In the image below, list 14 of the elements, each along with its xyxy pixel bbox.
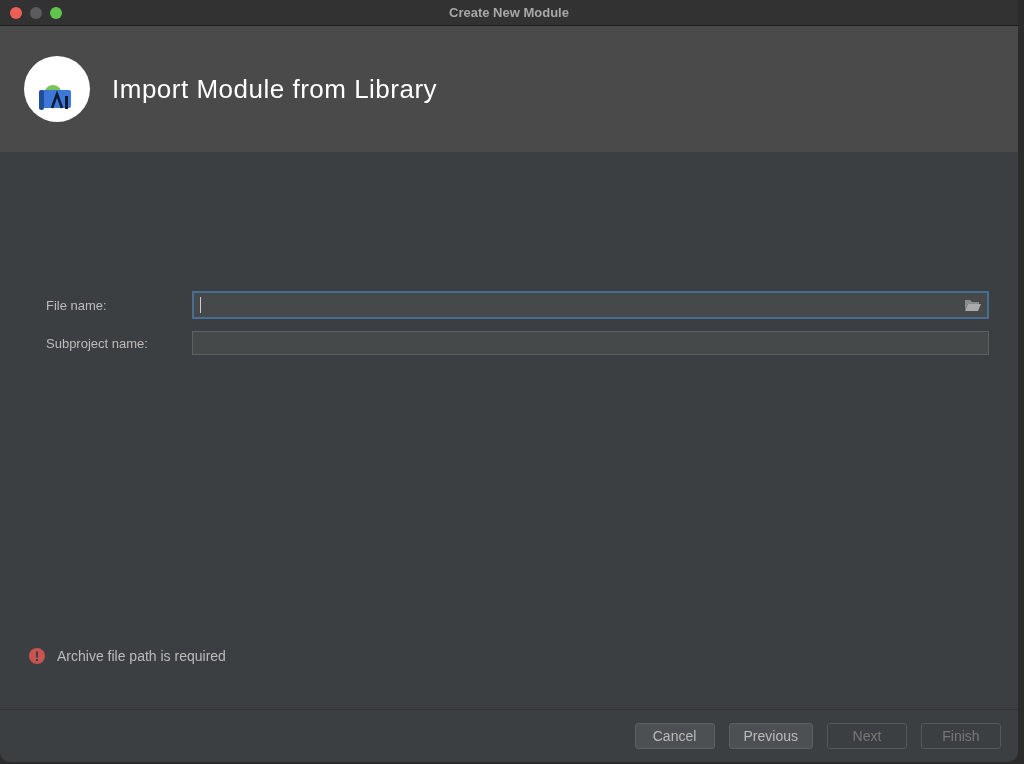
app-logo-icon [24,56,90,122]
file-path-field[interactable] [192,291,989,319]
field-label: Subproject name: [46,335,149,351]
dialog-button[interactable]: Previous [728,723,813,749]
window-title: Create New Module [448,5,570,20]
zoom-button[interactable] [50,6,62,19]
page-title: Import Module from Library [112,73,438,105]
folder-icon[interactable] [965,299,981,311]
dialog-button[interactable]: Cancel [634,723,715,749]
field-label: File name: [46,297,108,313]
error-icon [29,648,45,664]
input-field[interactable] [192,331,989,355]
error-message: Archive file path is required [57,648,226,664]
close-button[interactable] [10,6,22,19]
